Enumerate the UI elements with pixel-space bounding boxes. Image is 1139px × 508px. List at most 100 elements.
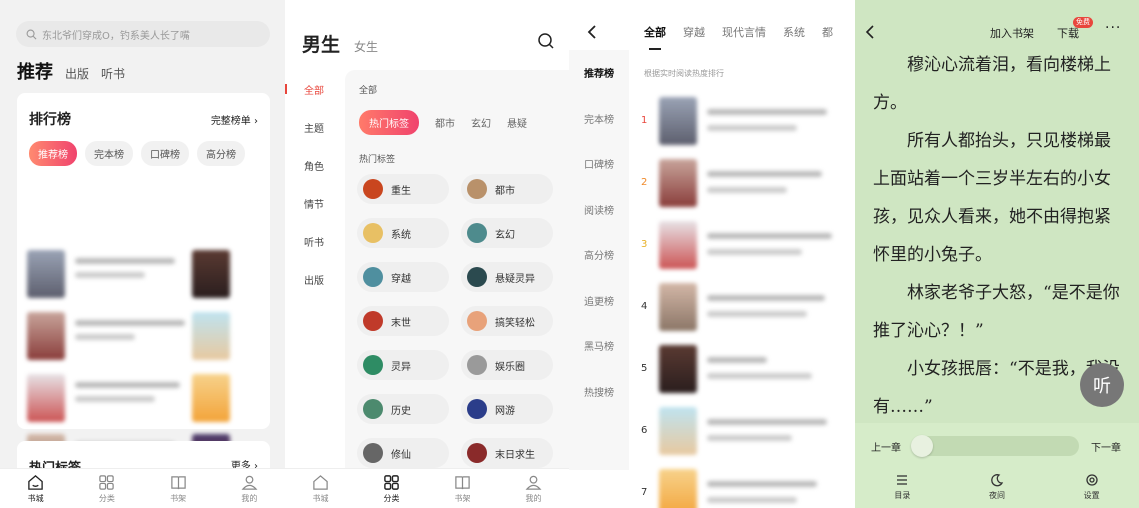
tag-chip[interactable]: 网游 — [461, 394, 553, 424]
sidebar-item-audio[interactable]: 听书 — [285, 222, 343, 260]
tab-publish[interactable]: 出版 — [65, 65, 89, 82]
tag-chip[interactable]: 修仙 — [357, 438, 449, 468]
tag-chip[interactable]: 末世 — [357, 306, 449, 336]
back-icon[interactable] — [865, 24, 875, 40]
rank-number: 7 — [641, 487, 648, 498]
nav-label: 夜间 — [989, 491, 1005, 500]
tag-chip[interactable]: 玄幻 — [461, 218, 553, 248]
list-item[interactable] — [27, 250, 267, 300]
list-item[interactable] — [27, 374, 267, 424]
sidebar-item-role[interactable]: 角色 — [285, 146, 343, 184]
sidebar-item-all[interactable]: 全部 — [285, 70, 343, 108]
search-icon[interactable] — [537, 32, 555, 50]
sidebar-item-reading[interactable]: 阅读榜 — [569, 187, 629, 233]
reader-panel: 加入书架 下载 免费 ··· 穆沁心流着泪，看向楼梯上方。 所有人都抬头，只见楼… — [855, 0, 1139, 508]
reader-nav: 目录 夜间 设置 — [855, 473, 1139, 501]
gear-icon — [1086, 474, 1098, 486]
tab-urban[interactable]: 都 — [822, 24, 833, 40]
more-icon[interactable]: ··· — [1105, 20, 1121, 36]
night-mode-button[interactable]: 夜间 — [950, 473, 1045, 501]
genre-tabs: 全部 穿越 现代言情 系统 都 — [644, 24, 833, 50]
list-item[interactable]: 4 — [641, 283, 851, 333]
sidebar-item-publish[interactable]: 出版 — [285, 260, 343, 298]
tab-bookshelf[interactable]: 书架 — [143, 469, 214, 508]
sidebar-item-hotsearch[interactable]: 热搜榜 — [569, 369, 629, 415]
add-to-shelf-button[interactable]: 加入书架 — [990, 25, 1034, 41]
ranking-card: 排行榜 完整榜单 › 推荐榜 完本榜 口碑榜 高分榜 — [17, 93, 270, 482]
settings-button[interactable]: 设置 — [1044, 473, 1139, 501]
list-item[interactable]: 6 — [641, 407, 851, 457]
list-item[interactable]: 1 — [641, 97, 851, 147]
genre-tab-mystery[interactable]: 悬疑 — [507, 115, 527, 130]
tag-chip[interactable]: 末日求生 — [461, 438, 553, 468]
sidebar-item-plot[interactable]: 情节 — [285, 184, 343, 222]
ghost-icon — [363, 355, 383, 375]
pill-reputation[interactable]: 口碑榜 — [141, 141, 189, 166]
genre-tab-urban[interactable]: 都市 — [435, 115, 455, 130]
pill-highscore[interactable]: 高分榜 — [197, 141, 245, 166]
sidebar-item-reputation[interactable]: 口碑榜 — [569, 141, 629, 187]
tab-bookstore[interactable]: 书城 — [0, 469, 71, 508]
tab-category[interactable]: 分类 — [71, 469, 142, 508]
grid-icon — [384, 474, 399, 490]
list-item[interactable]: 5 — [641, 345, 851, 395]
tag-chip[interactable]: 悬疑灵异 — [461, 262, 553, 292]
cultivation-icon — [363, 443, 383, 463]
listen-button[interactable]: 听 — [1080, 363, 1124, 407]
rank-number: 1 — [641, 115, 648, 126]
prev-chapter-button[interactable]: 上一章 — [871, 439, 901, 454]
sidebar-item-recommend[interactable]: 推荐榜 — [569, 50, 629, 96]
ranking-sidebar: 推荐榜 完本榜 口碑榜 阅读榜 高分榜 追更榜 黑马榜 热搜榜 — [569, 50, 629, 470]
tag-chip[interactable]: 都市 — [461, 174, 553, 204]
back-icon[interactable] — [585, 24, 599, 40]
tag-chip[interactable]: 重生 — [357, 174, 449, 204]
genre-tab-hot[interactable]: 热门标签 — [359, 110, 419, 135]
list-item[interactable] — [27, 312, 267, 362]
full-ranking-link[interactable]: 完整榜单 › — [211, 112, 258, 127]
tab-male[interactable]: 男生 — [302, 30, 340, 57]
sidebar-item-theme[interactable]: 主题 — [285, 108, 343, 146]
tag-chip[interactable]: 娱乐圈 — [461, 350, 553, 380]
all-label: 全部 — [359, 86, 378, 96]
tag-chip[interactable]: 历史 — [357, 394, 449, 424]
book-icon — [455, 475, 470, 489]
tab-system[interactable]: 系统 — [783, 24, 805, 40]
tag-chip[interactable]: 灵异 — [357, 350, 449, 380]
city-icon — [467, 179, 487, 199]
tab-recommend[interactable]: 推荐 — [17, 58, 53, 84]
tag-chip[interactable]: 搞笑轻松 — [461, 306, 553, 336]
tab-female[interactable]: 女生 — [354, 38, 378, 55]
tab-mine[interactable]: 我的 — [214, 469, 285, 508]
tag-chip[interactable]: 系统 — [357, 218, 449, 248]
list-item[interactable]: 3 — [641, 221, 851, 271]
tab-time-travel[interactable]: 穿越 — [683, 24, 705, 40]
game-icon — [467, 399, 487, 419]
ranking-panel: 全部 穿越 现代言情 系统 都 推荐榜 完本榜 口碑榜 阅读榜 高分榜 追更榜 … — [569, 0, 855, 508]
search-input[interactable]: 东北爷们穿成O，钓系美人长了嘴 — [16, 21, 270, 47]
tab-all[interactable]: 全部 — [644, 24, 666, 50]
pill-finished[interactable]: 完本榜 — [85, 141, 133, 166]
tag-chip[interactable]: 穿越 — [357, 262, 449, 292]
chapter-progress-slider[interactable] — [911, 435, 1079, 457]
toc-button[interactable]: 目录 — [855, 473, 950, 501]
tab-modern-romance[interactable]: 现代言情 — [722, 24, 766, 40]
pill-recommend[interactable]: 推荐榜 — [29, 141, 77, 166]
slider-knob[interactable] — [911, 435, 933, 457]
next-chapter-button[interactable]: 下一章 — [1091, 439, 1121, 454]
sidebar-item-highscore[interactable]: 高分榜 — [569, 232, 629, 278]
tab-bookshelf[interactable]: 书架 — [427, 469, 498, 508]
tab-audio[interactable]: 听书 — [101, 65, 125, 82]
list-item[interactable]: 7 — [641, 469, 851, 508]
tab-bookstore[interactable]: 书城 — [285, 469, 356, 508]
tab-label: 书城 — [312, 493, 329, 503]
tab-mine[interactable]: 我的 — [498, 469, 569, 508]
sidebar-item-update[interactable]: 追更榜 — [569, 278, 629, 324]
sidebar-item-finished[interactable]: 完本榜 — [569, 96, 629, 142]
category-panel: 男生 女生 全部 主题 角色 情节 听书 出版 全部 热门标签 都市 玄幻 悬疑… — [285, 0, 569, 508]
tab-category[interactable]: 分类 — [356, 469, 427, 508]
list-item[interactable]: 2 — [641, 159, 851, 209]
genre-tab-fantasy[interactable]: 玄幻 — [471, 115, 491, 130]
tag-label: 重生 — [391, 185, 411, 197]
sidebar-item-darkhorse[interactable]: 黑马榜 — [569, 323, 629, 369]
portal-icon — [363, 267, 383, 287]
